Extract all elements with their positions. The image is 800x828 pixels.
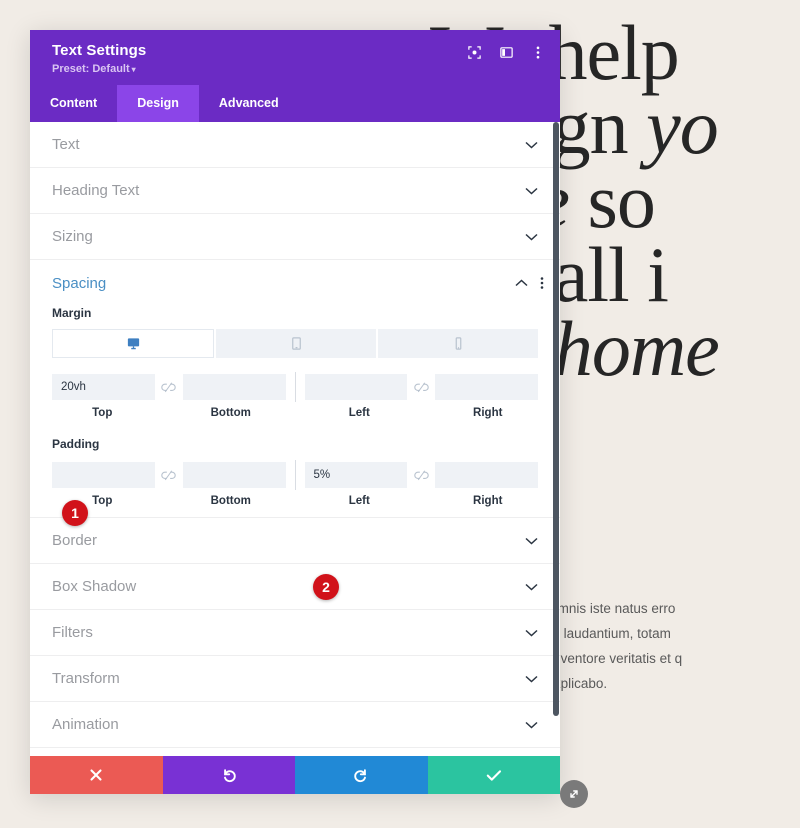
section-label: Sizing [52, 228, 93, 245]
section-label: Box Shadow [52, 578, 137, 595]
section-toggle-border[interactable]: Border [30, 518, 560, 564]
link-broken-icon[interactable] [155, 381, 183, 393]
panel-tabs: Content Design Advanced [30, 85, 560, 122]
padding-left-right-group [304, 462, 538, 488]
spacing-fields: Margin 20vh Top Bottom Left Right Paddin… [30, 306, 560, 507]
chevron-down-icon [525, 537, 538, 545]
section-label: Heading Text [52, 182, 140, 199]
section-toggle-animation[interactable]: Animation [30, 702, 560, 748]
margin-left-input[interactable] [304, 374, 408, 400]
margin-top-label: Top [92, 407, 113, 419]
device-tab-tablet[interactable] [216, 329, 376, 358]
padding-top-input[interactable] [52, 462, 155, 488]
padding-left-field [304, 462, 408, 488]
margin-field-labels: Top Bottom Left Right [52, 407, 538, 419]
section-spacing-tools [515, 276, 544, 290]
section-label: Border [52, 532, 98, 549]
padding-right-label: Right [473, 495, 503, 507]
margin-divider [294, 372, 296, 402]
device-tab-phone[interactable] [378, 329, 538, 358]
padding-right-field [435, 462, 538, 488]
section-toggle-filters[interactable]: Filters [30, 610, 560, 656]
device-tab-desktop[interactable] [52, 329, 214, 358]
panel-header-actions [466, 44, 546, 60]
link-broken-icon[interactable] [407, 469, 435, 481]
padding-top-bottom-group [52, 462, 286, 488]
margin-left-label: Left [348, 407, 370, 419]
padding-field-labels: Top Bottom Left Right [52, 495, 538, 507]
responsive-device-tabs [52, 329, 538, 358]
section-toggle-transform[interactable]: Transform [30, 656, 560, 702]
section-toggle-heading-text[interactable]: Heading Text [30, 168, 560, 214]
padding-bottom-field [182, 462, 286, 488]
save-button[interactable] [427, 756, 560, 794]
chevron-up-icon[interactable] [515, 279, 528, 287]
chevron-down-icon [525, 233, 538, 241]
margin-top-bottom-group [52, 374, 286, 400]
panel-header: Text Settings Preset: Default ▾ [30, 30, 560, 85]
link-broken-icon[interactable] [407, 381, 435, 393]
margin-right-field [435, 374, 538, 400]
padding-right-input[interactable] [435, 462, 538, 488]
annotation-badge-2: 2 [313, 574, 339, 600]
section-label: Animation [52, 716, 119, 733]
section-toggle-sizing[interactable]: Sizing [30, 214, 560, 260]
margin-left-field [304, 374, 408, 400]
padding-inputs [52, 460, 538, 490]
chevron-down-icon [525, 721, 538, 729]
chevron-down-icon [525, 629, 538, 637]
preset-selector[interactable]: Preset: Default ▾ [52, 63, 544, 75]
margin-bottom-label: Bottom [210, 407, 251, 419]
section-spacing: Spacing Margin 20vh Top Bottom Left Righ… [30, 260, 560, 518]
padding-top-field [52, 462, 155, 488]
section-spacing-header[interactable]: Spacing [30, 260, 560, 306]
panel-scrollbar[interactable] [553, 122, 559, 716]
more-options-icon[interactable] [540, 276, 544, 290]
resize-handle[interactable] [560, 780, 588, 808]
padding-bottom-label: Bottom [210, 495, 251, 507]
panel-body: Text Heading Text Sizing Spacing Margin … [30, 122, 560, 756]
margin-right-label: Right [473, 407, 503, 419]
annotation-badge-1: 1 [62, 500, 88, 526]
more-options-icon[interactable] [530, 44, 546, 60]
margin-inputs [52, 372, 538, 402]
focus-icon[interactable] [466, 44, 482, 60]
margin-bottom-field [182, 374, 286, 400]
chevron-down-icon [525, 583, 538, 591]
padding-label: Padding [52, 437, 100, 451]
tab-content[interactable]: Content [30, 85, 117, 122]
panel-footer [30, 756, 560, 794]
section-label: Spacing [52, 274, 107, 292]
layout-columns-icon[interactable] [498, 44, 514, 60]
link-broken-icon[interactable] [155, 469, 183, 481]
chevron-down-icon [525, 675, 538, 683]
chevron-down-icon [525, 187, 538, 195]
margin-label: Margin [52, 306, 92, 320]
margin-top-input[interactable] [52, 374, 155, 400]
redo-button[interactable] [295, 756, 428, 794]
padding-bottom-input[interactable] [182, 462, 286, 488]
margin-top-field [52, 374, 155, 400]
padding-divider [294, 460, 296, 490]
section-label: Transform [52, 670, 120, 687]
chevron-down-icon [525, 141, 538, 149]
undo-button[interactable] [162, 756, 295, 794]
section-label: Filters [52, 624, 93, 641]
text-settings-panel: Text Settings Preset: Default ▾ Content … [30, 30, 588, 808]
margin-bottom-input[interactable] [182, 374, 286, 400]
section-label: Text [52, 136, 80, 153]
tab-design[interactable]: Design [117, 85, 199, 122]
chevron-down-icon: ▾ [131, 65, 136, 74]
section-toggle-box-shadow[interactable]: Box Shadow [30, 564, 560, 610]
margin-right-input[interactable] [435, 374, 538, 400]
margin-left-right-group [304, 374, 538, 400]
cancel-button[interactable] [30, 756, 163, 794]
tab-advanced[interactable]: Advanced [199, 85, 299, 122]
section-toggle-text[interactable]: Text [30, 122, 560, 168]
padding-left-label: Left [348, 495, 370, 507]
padding-left-input[interactable] [304, 462, 408, 488]
preset-label: Preset: Default [52, 63, 130, 75]
